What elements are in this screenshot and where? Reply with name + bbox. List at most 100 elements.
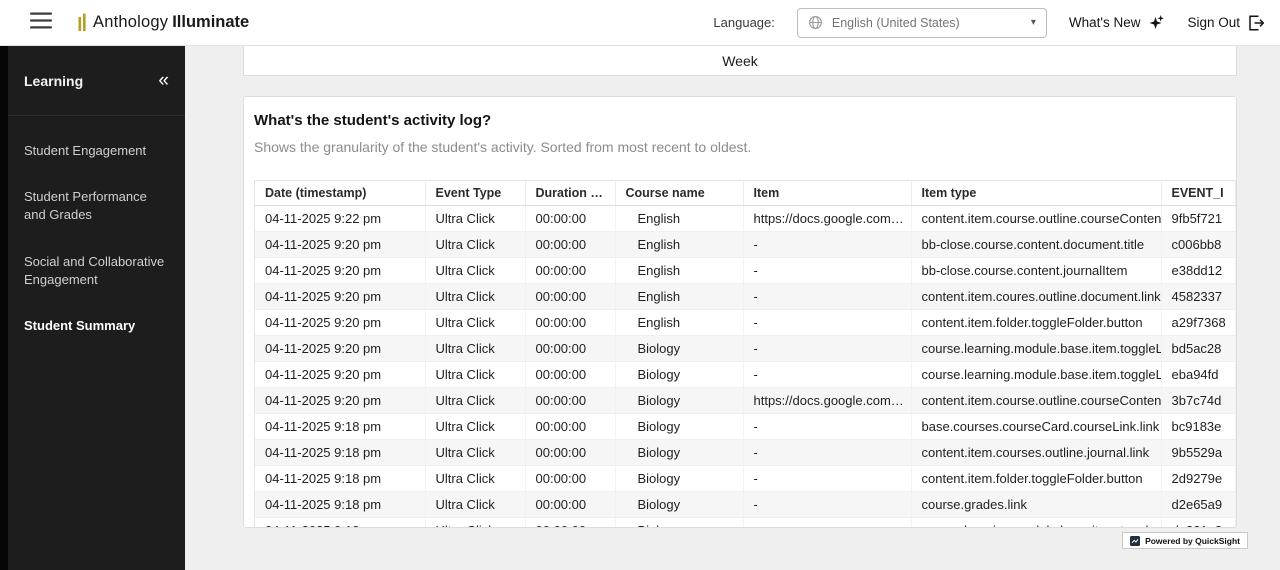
cell-event-type: Ultra Click xyxy=(425,414,525,440)
cell-date: 04-11-2025 9:20 pm xyxy=(255,336,425,362)
language-select[interactable]: English (United States) ▾ xyxy=(797,8,1047,38)
sign-out-icon xyxy=(1248,15,1264,31)
sparkle-icon xyxy=(1148,14,1165,31)
activity-table-body: 04-11-2025 9:22 pmUltra Click00:00:00Eng… xyxy=(255,206,1236,529)
cell-course: English xyxy=(615,310,743,336)
collapse-sidebar-icon[interactable]: « xyxy=(158,71,169,90)
table-row[interactable]: 04-11-2025 9:20 pmUltra Click00:00:00Eng… xyxy=(255,258,1236,284)
col-header-event-id[interactable]: EVENT_I xyxy=(1161,181,1236,206)
cell-course: English xyxy=(615,206,743,232)
cell-item: https://docs.google.com… xyxy=(743,388,911,414)
cell-date: 04-11-2025 9:20 pm xyxy=(255,258,425,284)
cell-course: Biology xyxy=(615,466,743,492)
cell-item-type: content.item.course.outline.courseConten… xyxy=(911,388,1161,414)
cell-duration: 00:00:00 xyxy=(525,492,615,518)
week-card: Week xyxy=(243,46,1237,76)
cell-event-id: e38dd12 xyxy=(1161,258,1236,284)
cell-event-id: 9b5529a xyxy=(1161,440,1236,466)
cell-event-type: Ultra Click xyxy=(425,284,525,310)
cell-date: 04-11-2025 9:22 pm xyxy=(255,206,425,232)
sidebar-item-student-engagement[interactable]: Student Engagement xyxy=(8,128,185,174)
table-row[interactable]: 04-11-2025 9:18 pmUltra Click00:00:00Bio… xyxy=(255,466,1236,492)
col-header-course-name[interactable]: Course name xyxy=(615,181,743,206)
col-header-item[interactable]: Item xyxy=(743,181,911,206)
sidebar-item-student-performance-and-grades[interactable]: Student Performance and Grades xyxy=(8,174,185,238)
cell-item: - xyxy=(743,258,911,284)
chevron-down-icon: ▾ xyxy=(1031,18,1036,28)
card-title: What's the student's activity log? xyxy=(254,111,1236,130)
cell-item-type: base.courses.courseCard.courseLink.link xyxy=(911,414,1161,440)
menu-button[interactable] xyxy=(30,12,52,34)
col-header-event-type[interactable]: Event Type xyxy=(425,181,525,206)
cell-event-id: da231a3 xyxy=(1161,518,1236,529)
cell-duration: 00:00:00 xyxy=(525,362,615,388)
cell-date: 04-11-2025 9:20 pm xyxy=(255,388,425,414)
activity-table: Date (timestamp) Event Type Duration … C… xyxy=(255,181,1236,528)
cell-date: 04-11-2025 9:18 pm xyxy=(255,518,425,529)
cell-course: Biology xyxy=(615,414,743,440)
hamburger-icon xyxy=(30,12,52,34)
cell-event-type: Ultra Click xyxy=(425,440,525,466)
whats-new-button[interactable]: What's New xyxy=(1069,14,1166,31)
cell-duration: 00:00:00 xyxy=(525,336,615,362)
cell-course: Biology xyxy=(615,336,743,362)
cell-duration: 00:00:00 xyxy=(525,206,615,232)
anthology-logo-icon xyxy=(78,13,87,32)
sidebar-item-student-summary[interactable]: Student Summary xyxy=(8,303,185,349)
cell-event-type: Ultra Click xyxy=(425,492,525,518)
cell-item: - xyxy=(743,284,911,310)
cell-item-type: bb-close.course.content.document.title xyxy=(911,232,1161,258)
cell-event-type: Ultra Click xyxy=(425,206,525,232)
sign-out-button[interactable]: Sign Out xyxy=(1187,15,1264,31)
cell-item: - xyxy=(743,310,911,336)
cell-course: Biology xyxy=(615,492,743,518)
cell-date: 04-11-2025 9:20 pm xyxy=(255,310,425,336)
table-row[interactable]: 04-11-2025 9:20 pmUltra Click00:00:00Eng… xyxy=(255,284,1236,310)
cell-event-id: 9fb5f721 xyxy=(1161,206,1236,232)
sidebar-header: Learning « xyxy=(8,46,185,116)
table-row[interactable]: 04-11-2025 9:18 pmUltra Click00:00:00Bio… xyxy=(255,492,1236,518)
sidebar-item-social-and-collaborative-engagement[interactable]: Social and Collaborative Engagement xyxy=(8,239,185,303)
cell-event-type: Ultra Click xyxy=(425,258,525,284)
cell-course: English xyxy=(615,284,743,310)
table-row[interactable]: 04-11-2025 9:18 pmUltra Click00:00:00Bio… xyxy=(255,440,1236,466)
table-row[interactable]: 04-11-2025 9:22 pmUltra Click00:00:00Eng… xyxy=(255,206,1236,232)
whats-new-label: What's New xyxy=(1069,15,1141,30)
cell-item: - xyxy=(743,466,911,492)
cell-event-id: c006bb8 xyxy=(1161,232,1236,258)
week-label: Week xyxy=(722,53,758,69)
content-area: Week What's the student's activity log? … xyxy=(185,46,1280,570)
cell-duration: 00:00:00 xyxy=(525,414,615,440)
cell-date: 04-11-2025 9:18 pm xyxy=(255,440,425,466)
table-row[interactable]: 04-11-2025 9:18 pmUltra Click00:00:00Bio… xyxy=(255,414,1236,440)
cell-date: 04-11-2025 9:18 pm xyxy=(255,492,425,518)
cell-item-type: content.item.course.outline.courseConten… xyxy=(911,206,1161,232)
cell-event-id: 2d9279e xyxy=(1161,466,1236,492)
col-header-date[interactable]: Date (timestamp) xyxy=(255,181,425,206)
table-row[interactable]: 04-11-2025 9:20 pmUltra Click00:00:00Eng… xyxy=(255,310,1236,336)
language-value: English (United States) xyxy=(832,16,960,30)
table-row[interactable]: 04-11-2025 9:20 pmUltra Click00:00:00Bio… xyxy=(255,388,1236,414)
cell-event-id: d2e65a9 xyxy=(1161,492,1236,518)
table-row[interactable]: 04-11-2025 9:20 pmUltra Click00:00:00Eng… xyxy=(255,232,1236,258)
quicksight-logo-icon xyxy=(1130,536,1140,546)
table-row[interactable]: 04-11-2025 9:20 pmUltra Click00:00:00Bio… xyxy=(255,336,1236,362)
col-header-duration[interactable]: Duration … xyxy=(525,181,615,206)
table-row[interactable]: 04-11-2025 9:20 pmUltra Click00:00:00Bio… xyxy=(255,362,1236,388)
cell-duration: 00:00:00 xyxy=(525,284,615,310)
cell-item-type: content.item.coures.outline.document.lin… xyxy=(911,284,1161,310)
cell-event-id: 4582337 xyxy=(1161,284,1236,310)
col-header-item-type[interactable]: Item type xyxy=(911,181,1161,206)
cell-course: Biology xyxy=(615,440,743,466)
table-row[interactable]: 04-11-2025 9:18 pmUltra Click00:00:00Bio… xyxy=(255,518,1236,529)
cell-item-type: content.item.courses.outline.journal.lin… xyxy=(911,440,1161,466)
powered-by-quicksight-badge: Powered by QuickSight xyxy=(1122,532,1248,549)
cell-event-type: Ultra Click xyxy=(425,336,525,362)
language-label: Language: xyxy=(713,15,774,30)
sidebar-title: Learning xyxy=(24,73,83,89)
cell-event-id: bc9183e xyxy=(1161,414,1236,440)
cell-item-type: content.item.folder.toggleFolder.button xyxy=(911,310,1161,336)
cell-duration: 00:00:00 xyxy=(525,232,615,258)
cell-duration: 00:00:00 xyxy=(525,388,615,414)
cell-event-type: Ultra Click xyxy=(425,310,525,336)
